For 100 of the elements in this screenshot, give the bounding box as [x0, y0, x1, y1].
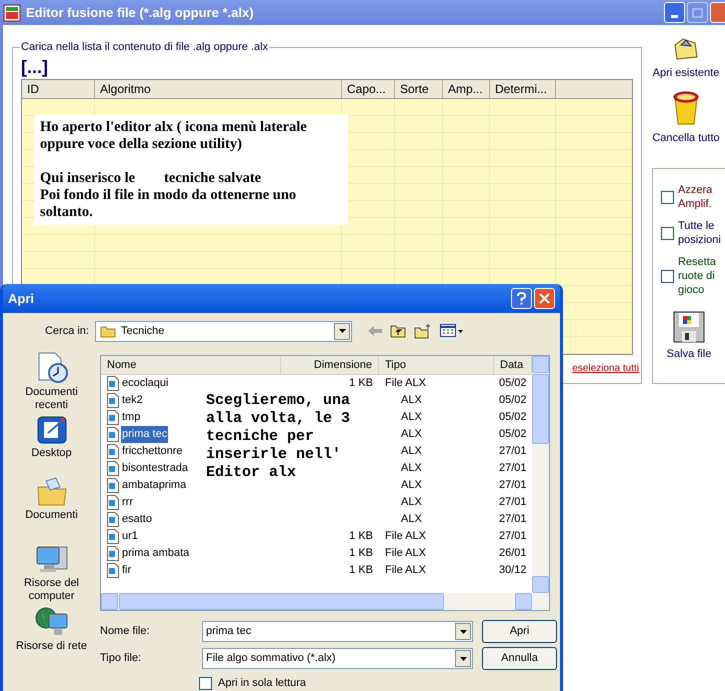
file-date: 05/02	[499, 411, 527, 424]
file-name[interactable]: esatto	[121, 511, 153, 528]
places-item[interactable]: Risorse di rete	[12, 606, 92, 656]
option-checkbox[interactable]	[661, 270, 674, 282]
file-icon	[107, 461, 119, 476]
file-size: 1 KB	[349, 530, 373, 542]
caret-icon	[338, 329, 346, 333]
help-button[interactable]	[511, 288, 532, 309]
file-name[interactable]: ur1	[121, 528, 139, 545]
vertical-scrollbar[interactable]	[532, 356, 549, 593]
file-icon	[107, 546, 119, 561]
column-header[interactable]: ID	[22, 80, 95, 98]
option-checkbox[interactable]	[661, 190, 674, 204]
file-type: File ALX	[385, 564, 426, 576]
file-date: 27/01	[499, 445, 527, 458]
file-date: 05/02	[499, 428, 527, 440]
caret-icon	[460, 630, 466, 634]
look-in-dropdown[interactable]: Tecniche	[95, 320, 352, 342]
file-name[interactable]: prima ambata	[121, 545, 190, 562]
open-button[interactable]: Apri	[482, 620, 557, 643]
file-name[interactable]: ambataprima	[121, 477, 188, 494]
note-text: Poi fondo il file in modo da ottenerne uno soltanto.	[40, 186, 298, 220]
deselect-link[interactable]: eseleziona tutti	[572, 360, 639, 376]
file-date: 30/12	[499, 564, 527, 576]
file-icon	[107, 427, 119, 442]
column-header[interactable]: Capo...	[342, 80, 395, 98]
cancel-button[interactable]: Annulla	[482, 647, 557, 670]
open-button[interactable]: Apri esistente	[644, 37, 725, 82]
file-name[interactable]: tmp	[121, 409, 142, 426]
file-date: 27/01	[499, 513, 527, 526]
up-folder-icon[interactable]	[390, 324, 406, 338]
places-item[interactable]: Risorse del computer	[12, 543, 92, 606]
file-name[interactable]: bisontestrada	[121, 460, 190, 477]
file-size: 1 KB	[349, 547, 373, 560]
file-type: ALX	[400, 445, 422, 458]
file-type: ALX	[400, 513, 422, 526]
file-date: 05/02	[499, 394, 527, 406]
file-size: 1 KB	[349, 377, 373, 390]
file-name-label: Nome file:	[100, 624, 151, 640]
clear-all-button[interactable]: Cancella tutto	[644, 90, 725, 146]
network-icon	[34, 606, 68, 638]
close-button[interactable]	[534, 288, 555, 309]
column-header[interactable]: Amp...	[443, 80, 490, 98]
view-menu-icon[interactable]	[440, 324, 464, 338]
file-icon	[107, 410, 119, 425]
note-text: Qui inserisco le tecniche salvate	[40, 170, 262, 186]
window-title: Editor fusione file (*.alg oppure *.alx)	[26, 4, 254, 22]
file-name[interactable]: ecoclaqui	[121, 375, 170, 392]
folder-icon	[100, 324, 116, 338]
file-icon	[107, 478, 119, 493]
column-header[interactable]: Nome	[101, 356, 281, 374]
file-type: File ALX	[385, 530, 426, 542]
option-checkbox[interactable]	[661, 226, 674, 240]
file-icon	[107, 376, 119, 391]
option-label: Azzera Amplif.	[678, 183, 714, 211]
dialog-title: Apri	[8, 290, 34, 308]
file-name[interactable]: tek2	[121, 392, 144, 409]
dropdown-button[interactable]	[455, 623, 471, 640]
option-label: Tutte le posizioni	[678, 219, 722, 247]
minimize-button[interactable]	[664, 2, 685, 23]
file-icon	[107, 444, 119, 459]
column-header[interactable]: Dimensione	[281, 356, 379, 374]
file-type: File ALX	[385, 377, 426, 390]
caret-icon	[460, 656, 466, 660]
horizontal-scrollbar[interactable]	[101, 593, 549, 610]
file-date: 27/01	[499, 530, 527, 542]
column-header[interactable]: Algoritmo	[95, 80, 342, 98]
file-type-dropdown[interactable]: File algo sommativo (*.alx)	[202, 648, 473, 669]
column-header[interactable]: Sorte	[395, 80, 443, 98]
path-label: [...]	[21, 56, 49, 76]
close-icon	[539, 293, 550, 304]
file-icon	[107, 529, 119, 544]
file-icon	[107, 495, 119, 510]
file-name[interactable]: fricchettonre	[121, 443, 184, 460]
dropdown-button[interactable]	[455, 650, 471, 667]
file-icon	[107, 512, 119, 527]
read-only-checkbox[interactable]	[199, 676, 212, 690]
file-date: 05/02	[499, 377, 527, 390]
folder-icon	[673, 37, 699, 61]
file-name-field[interactable]: prima tec	[202, 621, 473, 642]
group-title: Carica nella lista il contenuto di file .alg oppure .alx	[20, 40, 270, 55]
column-header[interactable]: Tipo	[379, 356, 494, 374]
file-date: 26/01	[499, 547, 527, 560]
file-name[interactable]: fir	[121, 562, 132, 579]
new-folder-icon[interactable]	[414, 324, 432, 338]
file-icon	[107, 393, 119, 408]
file-date: 27/01	[499, 479, 527, 492]
file-name[interactable]: rrr	[121, 494, 134, 511]
dropdown-button[interactable]	[334, 322, 350, 340]
places-item[interactable]: Documenti recenti	[12, 352, 92, 415]
desktop-icon	[36, 415, 68, 445]
places-item[interactable]: Desktop	[12, 415, 92, 477]
save-button[interactable]: Salva file	[653, 311, 725, 362]
file-name[interactable]: prima tec	[121, 426, 168, 443]
file-icon	[107, 563, 119, 578]
close-button[interactable]	[710, 2, 725, 23]
column-header[interactable]: Determi...	[490, 80, 556, 98]
file-type: ALX	[400, 479, 422, 492]
file-type: ALX	[400, 462, 422, 474]
places-item[interactable]: Documenti	[12, 477, 92, 543]
